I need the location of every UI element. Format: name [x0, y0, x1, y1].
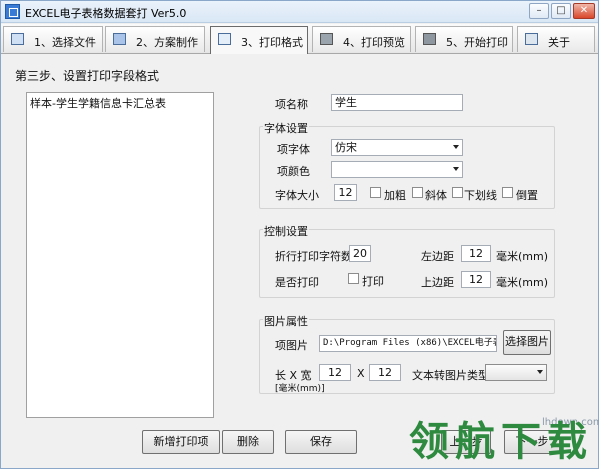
top-margin-unit: 毫米(mm) — [496, 276, 549, 289]
left-margin-input[interactable]: 12 — [461, 245, 491, 262]
tab-label: 关于 — [548, 36, 570, 49]
control-settings-title: 控制设置 — [263, 223, 309, 239]
wrap-chars-label: 折行打印字符数 — [275, 250, 352, 263]
tab-label: 3、打印格式 — [241, 36, 303, 49]
inverted-checkbox[interactable] — [502, 187, 513, 198]
item-name-input[interactable]: 学生 — [331, 94, 463, 111]
tab-select-file[interactable]: 1、选择文件 — [3, 26, 103, 52]
chevron-down-icon — [453, 167, 459, 171]
times-label: X — [357, 367, 365, 380]
font-size-input[interactable]: 12 — [334, 184, 357, 201]
tab-preview[interactable]: 4、打印预览 — [312, 26, 411, 52]
tab-print-format[interactable]: 3、打印格式 — [210, 26, 308, 54]
size-unit-label: [毫米(mm)] — [275, 384, 325, 394]
watermark-char: 下 — [501, 418, 541, 465]
print-checkbox-label: 打印 — [362, 275, 384, 288]
file-icon — [11, 33, 24, 45]
window-title: EXCEL电子表格数据套打 Ver5.0 — [25, 7, 187, 20]
print-start-icon — [423, 33, 436, 45]
bold-label: 加粗 — [384, 189, 406, 202]
top-margin-input[interactable]: 12 — [461, 271, 491, 288]
left-margin-label: 左边距 — [421, 250, 454, 263]
maximize-button[interactable]: □ — [551, 3, 571, 19]
title-bar: EXCEL电子表格数据套打 Ver5.0 – □ ✕ — [1, 1, 598, 23]
text-to-image-select[interactable] — [485, 364, 547, 381]
underline-label: 下划线 — [464, 189, 497, 202]
text-to-image-label: 文本转图片类型 — [412, 369, 489, 382]
tab-label: 2、方案制作 — [136, 36, 198, 49]
step-tab-bar: 1、选择文件 2、方案制作 3、打印格式 4、打印预览 5、开始打印 关于 — [1, 24, 598, 54]
print-checkbox[interactable] — [348, 273, 359, 284]
tab-start-print[interactable]: 5、开始打印 — [415, 26, 513, 52]
chevron-down-icon — [537, 370, 543, 374]
tab-label: 1、选择文件 — [34, 36, 96, 49]
tab-scheme[interactable]: 2、方案制作 — [105, 26, 205, 52]
chevron-down-icon — [453, 145, 459, 149]
font-select[interactable]: 仿宋 — [331, 139, 463, 156]
underline-checkbox[interactable] — [452, 187, 463, 198]
app-window: EXCEL电子表格数据套打 Ver5.0 – □ ✕ 1、选择文件 2、方案制作… — [0, 0, 599, 469]
font-size-label: 字体大小 — [275, 189, 319, 202]
image-properties-title: 图片属性 — [263, 313, 309, 329]
wrap-chars-input[interactable]: 20 — [349, 245, 371, 262]
watermark-logo: 领 航 下 载 — [409, 415, 599, 470]
grid-icon — [113, 33, 126, 45]
choose-image-button[interactable]: 选择图片 — [503, 330, 551, 355]
printer-icon — [320, 33, 333, 45]
image-label: 项图片 — [275, 339, 308, 352]
top-margin-label: 上边距 — [421, 276, 454, 289]
list-item[interactable]: 样本-学生学籍信息卡汇总表 — [30, 95, 166, 111]
image-length-input[interactable]: 12 — [319, 364, 351, 381]
font-label: 项字体 — [277, 143, 310, 156]
bold-checkbox[interactable] — [370, 187, 381, 198]
delete-button[interactable]: 删除 — [222, 430, 274, 454]
font-select-value: 仿宋 — [335, 141, 357, 154]
tab-label: 5、开始打印 — [446, 36, 508, 49]
tab-label: 4、打印预览 — [343, 36, 405, 49]
format-icon — [218, 33, 231, 45]
inverted-label: 倒置 — [516, 189, 538, 202]
watermark-char: 航 — [455, 418, 495, 465]
watermark-char: 领 — [409, 418, 449, 465]
image-width-input[interactable]: 12 — [369, 364, 401, 381]
print-item-list[interactable]: 样本-学生学籍信息卡汇总表 — [26, 92, 214, 418]
add-print-item-button[interactable]: 新增打印项 — [142, 430, 220, 454]
watermark-char: 载 — [547, 418, 587, 465]
italic-label: 斜体 — [425, 189, 447, 202]
step-title: 第三步、设置打印字段格式 — [15, 69, 160, 83]
tab-about[interactable]: 关于 — [517, 26, 595, 52]
color-label: 项颜色 — [277, 165, 310, 178]
print-question-label: 是否打印 — [275, 276, 319, 289]
left-margin-unit: 毫米(mm) — [496, 250, 549, 263]
save-button[interactable]: 保存 — [285, 430, 357, 454]
item-name-label: 项名称 — [275, 98, 308, 111]
app-icon — [5, 4, 20, 19]
about-icon — [525, 33, 538, 45]
font-settings-title: 字体设置 — [263, 120, 309, 136]
close-button[interactable]: ✕ — [573, 3, 595, 19]
color-select[interactable] — [331, 161, 463, 178]
italic-checkbox[interactable] — [412, 187, 423, 198]
image-path-input[interactable]: D:\Program Files (x86)\EXCEL电子表格数 — [319, 335, 497, 352]
minimize-button[interactable]: – — [529, 3, 549, 19]
